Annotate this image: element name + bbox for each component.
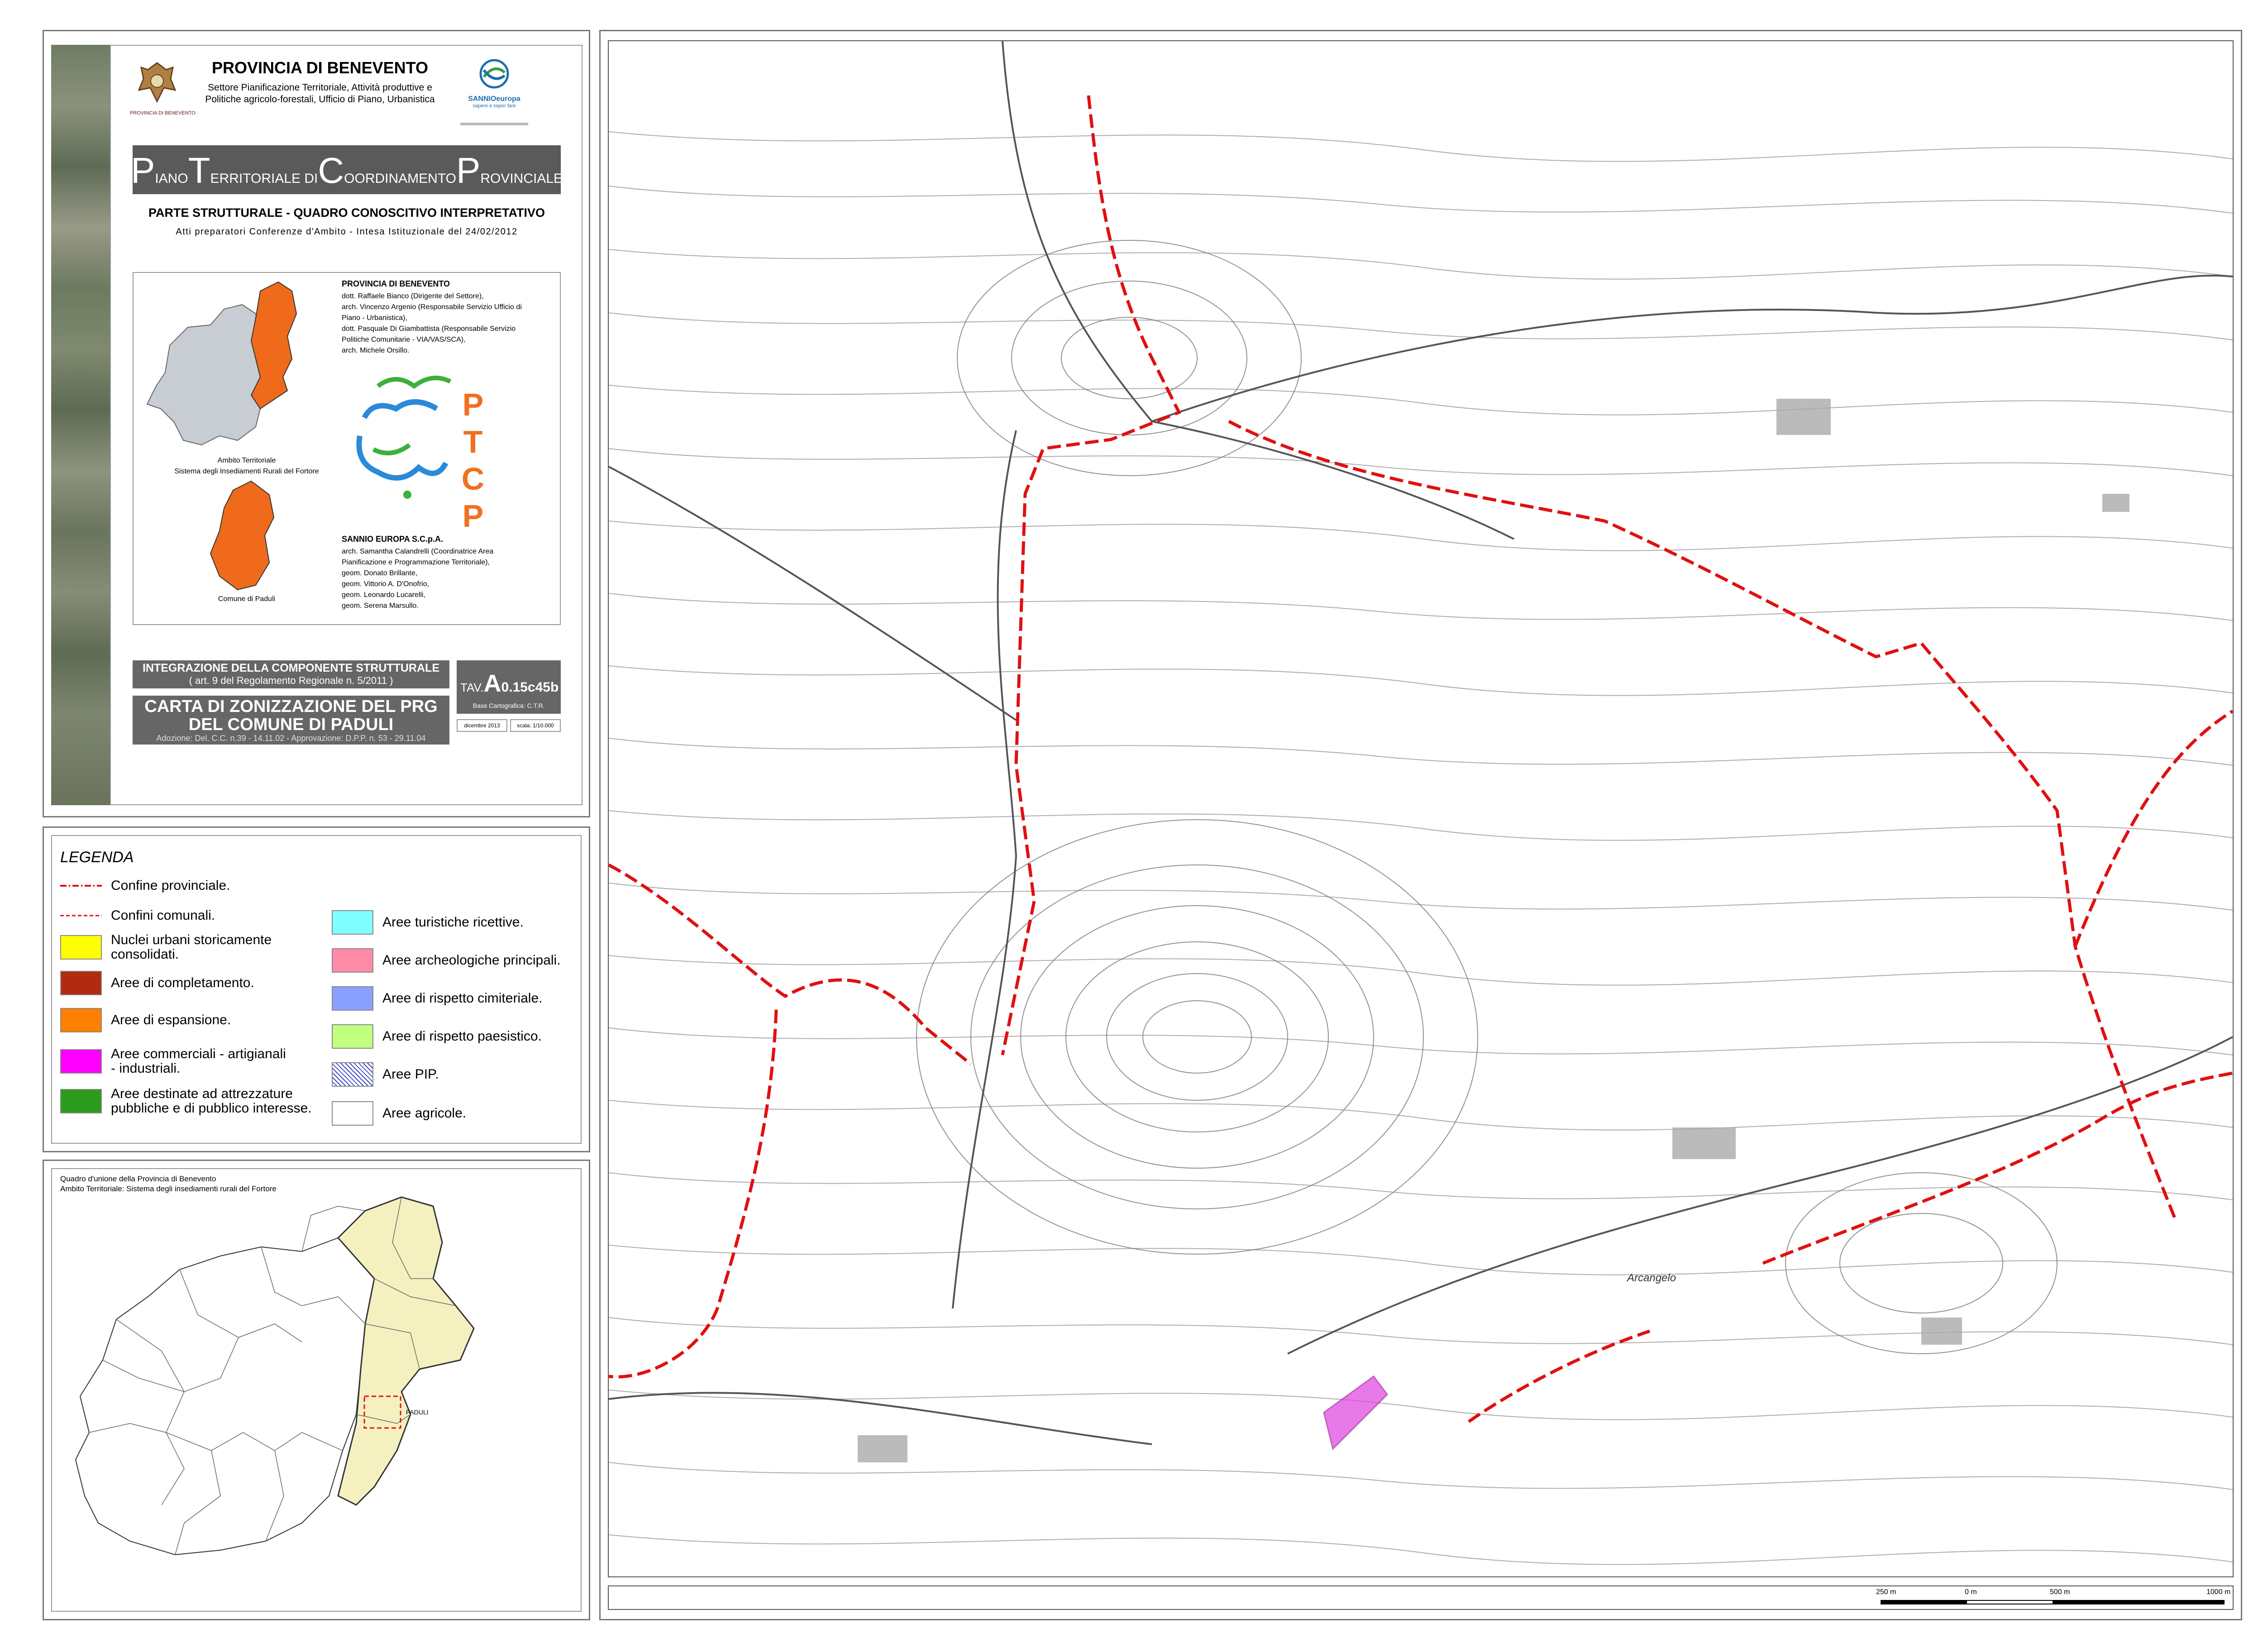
- plan-word-3: COORDINAMENTO: [318, 150, 456, 191]
- tav-prefix: TAV.: [460, 681, 484, 694]
- comune-caption: Comune di Paduli: [218, 595, 276, 603]
- overview-comune-label: PADULI: [406, 1408, 429, 1416]
- legend-item-public-facilities: Aree destinate ad attrezzature pubbliche …: [60, 1087, 312, 1116]
- credit-line: dott. Raffaele Bianco (Dirigente del Set…: [342, 292, 484, 300]
- plan-word-4: PROVINCIALE: [456, 150, 563, 191]
- legend-item-cemetery-buffer: Aree di rispetto cimiteriale.: [332, 986, 542, 1011]
- legend-title: LEGENDA: [60, 849, 134, 866]
- integration-title: INTEGRAZIONE DELLA COMPONENTE STRUTTURAL…: [142, 662, 439, 674]
- tav-code: 0.15c45b: [501, 680, 559, 695]
- legend-panel: LEGENDA Confine provinciale. Confini com…: [43, 826, 590, 1152]
- credit-line: geom. Serena Marsullo.: [342, 602, 419, 610]
- ptcp-logo: [356, 376, 452, 499]
- scale-block: scala: 1/10.000: [510, 719, 561, 732]
- sannio-europa-logo: SANNIOeuropa sapere e saper fare: [460, 57, 528, 120]
- aerial-photo-strip: [51, 45, 110, 805]
- date-block: dicembre 2013: [457, 719, 507, 732]
- adoption-text: Adozione: Del. C.C. n.39 - 14.11.02 - Ap…: [156, 734, 426, 743]
- sannio-logo-name: SANNIOeuropa: [468, 95, 520, 103]
- credit-line: arch. Vincenzo Argenio (Responsabile Ser…: [342, 303, 522, 311]
- map-title-block: CARTA DI ZONIZZAZIONE DEL PRG DEL COMUNE…: [133, 696, 449, 745]
- tav-letter: A: [483, 670, 501, 697]
- scale-bar-strip: 250 m 0 m 500 m 1000 m: [608, 1585, 2234, 1610]
- date-text: dicembre 2013: [464, 722, 500, 729]
- legend-item-commercial-areas: Aree commerciali - artigianali - industri…: [60, 1047, 286, 1076]
- map-panel: Arcangelo 250 m 0 m 500 m 1000 m: [599, 30, 2242, 1620]
- ptcp-letter: P: [462, 387, 484, 422]
- sector-text: Settore Pianificazione Territoriale, Att…: [205, 82, 435, 105]
- credit-line: Pianificazione e Programmazione Territor…: [342, 559, 490, 566]
- acts-text: Atti preparatori Conferenze d'Ambito - I…: [176, 227, 518, 237]
- legend-item-pip-areas: Aree PIP.: [332, 1062, 439, 1087]
- ambito-caption-2: Sistema degli Insediamenti Rurali del Fo…: [174, 468, 319, 475]
- place-label: Arcangelo: [1626, 1272, 1676, 1284]
- province-heading: PROVINCIA DI BENEVENTO: [211, 58, 429, 77]
- credit-line: geom. Donato Brillante,: [342, 569, 418, 577]
- legend-item-municipal-boundary: Confini comunali.: [60, 908, 215, 923]
- overview-panel: Quadro d'unione della Provincia di Benev…: [43, 1160, 590, 1620]
- emblem-caption: PROVINCIA DI BENEVENTO: [130, 110, 196, 116]
- base-text: Base Cartografica: C.T.R.: [473, 702, 545, 709]
- province-overview-map: PADULI: [75, 1196, 475, 1556]
- sannio-logo-tag: sapere e saper fare: [473, 103, 516, 109]
- legend-item-expansion-areas: Aree di espansione.: [60, 1008, 231, 1032]
- legend-item-landscape-buffer: Aree di rispetto paesistico.: [332, 1024, 542, 1049]
- credit-line: geom. Leonardo Lucarelli,: [342, 591, 426, 599]
- plan-word-1: PIANO: [130, 150, 188, 191]
- scale-bar: [1881, 1600, 2225, 1604]
- plan-word-2: TERRITORIALE DI: [188, 150, 318, 191]
- integration-block: INTEGRAZIONE DELLA COMPONENTE STRUTTURAL…: [133, 660, 449, 688]
- scale-label: 500 m: [2050, 1588, 2070, 1596]
- ptcp-letter: T: [463, 424, 483, 459]
- title-panel: PROVINCIA DI BENEVENTO PROVINCIA DI BENE…: [43, 30, 590, 817]
- part-heading: PARTE STRUTTURALE - QUADRO CONOSCITIVO I…: [148, 206, 545, 220]
- credits-sannio-head: SANNIO EUROPA S.C.p.A.: [342, 535, 444, 544]
- scale-label: 1000 m: [2206, 1588, 2231, 1596]
- ambito-caption-1: Ambito Territoriale: [217, 457, 276, 464]
- plan-banner: PIANO TERRITORIALE DI COORDINAMENTO PROV…: [130, 145, 563, 194]
- scale-text: scala: 1/10.000: [517, 722, 554, 729]
- integration-subtitle: ( art. 9 del Regolamento Regionale n. 5/…: [189, 675, 393, 686]
- province-emblem: PROVINCIA DI BENEVENTO: [130, 58, 196, 122]
- topographic-map: Arcangelo: [609, 41, 2233, 1576]
- map-title-line-2: DEL COMUNE DI PADULI: [188, 715, 394, 734]
- scale-label: 0 m: [1965, 1588, 1977, 1596]
- map-inner-frame: Arcangelo: [608, 40, 2234, 1577]
- ptcp-letter: P: [462, 498, 484, 534]
- ptcp-letter: C: [461, 461, 485, 497]
- credit-line: Piano - Urbanistica),: [342, 314, 407, 322]
- credit-line: dott. Pasquale Di Giambattista (Responsa…: [342, 325, 516, 333]
- tav-block: TAV.A0.15c45b Base Cartografica: C.T.R.: [457, 660, 561, 714]
- credit-line: geom. Vittorio A. D'Onofrio,: [342, 580, 430, 588]
- credit-line: arch. Samantha Calandrelli (Coordinatric…: [342, 548, 494, 555]
- credit-line: arch. Michele Orsillo.: [342, 347, 410, 354]
- legend-item-provincial-boundary: Confine provinciale.: [60, 878, 230, 893]
- scale-label: 250 m: [1876, 1588, 1896, 1596]
- legend-item-completion-areas: Aree di completamento.: [60, 971, 254, 995]
- credits-province-head: PROVINCIA DI BENEVENTO: [342, 279, 450, 288]
- legend-item-historic-nuclei: Nuclei urbani storicamente consolidati.: [60, 933, 272, 962]
- map-title-line-1: CARTA DI ZONIZZAZIONE DEL PRG: [144, 697, 438, 716]
- credits-box: Ambito Territoriale Sistema degli Insedi…: [133, 272, 561, 625]
- credit-line: Politiche Comunitarie - VIA/VAS/SCA),: [342, 336, 466, 344]
- legend-item-tourist-areas: Aree turistiche ricettive.: [332, 910, 524, 935]
- legend-item-agricultural-areas: Aree agricole.: [332, 1101, 466, 1126]
- legend-item-archaeological-areas: Aree archeologiche principali.: [332, 948, 561, 973]
